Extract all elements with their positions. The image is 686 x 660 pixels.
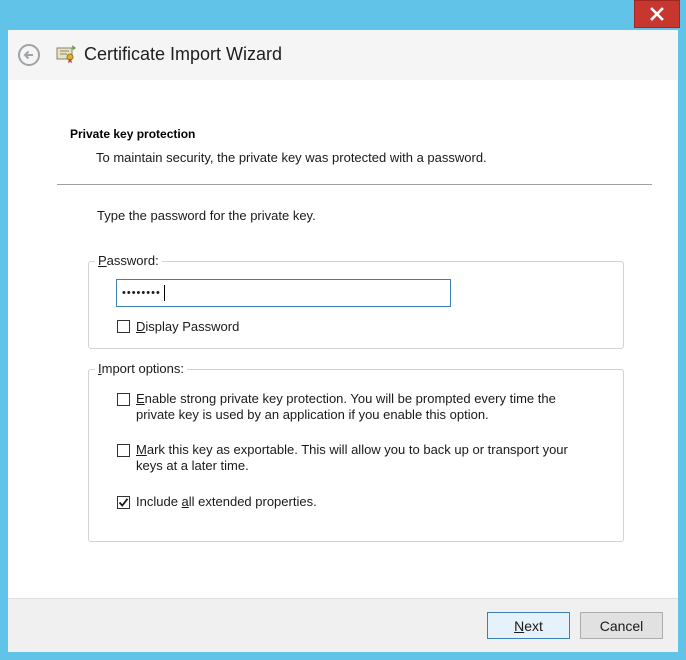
exportable-line1: Mark this key as exportable. This will a… — [136, 442, 616, 458]
extended-properties-rest: ll extended properties. — [188, 494, 317, 509]
exportable-label[interactable]: Mark this key as exportable. This will a… — [136, 442, 616, 474]
wizard-title: Certificate Import Wizard — [84, 44, 283, 64]
strong-protection-line1: Enable strong private key protection. Yo… — [136, 391, 606, 407]
next-rest: ext — [524, 617, 543, 634]
cancel-button[interactable]: Cancel — [580, 612, 663, 639]
exportable-accel: M — [136, 442, 147, 457]
page-subheading: To maintain security, the private key wa… — [96, 150, 487, 165]
back-arrow-icon — [23, 50, 33, 60]
extended-properties-checkbox[interactable] — [117, 496, 130, 509]
display-password-rest: isplay Password — [145, 319, 240, 334]
display-password-accel: D — [136, 319, 146, 334]
text-caret — [163, 285, 165, 301]
strong-protection-rest: nable strong private key protection. You… — [144, 391, 556, 406]
strong-protection-checkbox[interactable] — [117, 393, 130, 406]
page-heading: Private key protection — [70, 127, 196, 141]
header-separator — [57, 184, 652, 185]
wizard-title-bar: Certificate Import Wizard — [8, 30, 678, 80]
close-icon — [650, 7, 664, 21]
strong-protection-accel: E — [136, 391, 145, 406]
next-accel: N — [514, 617, 525, 634]
back-button[interactable] — [18, 44, 40, 66]
display-password-label[interactable]: Display Password — [136, 319, 239, 335]
extended-properties-accel: a — [181, 494, 189, 509]
password-field[interactable]: •••••••• — [116, 279, 451, 307]
extended-properties-label[interactable]: Include all extended properties. — [136, 494, 317, 510]
checkmark-icon — [118, 498, 129, 507]
import-options-label: Import options: — [95, 361, 187, 376]
exportable-rest: ark this key as exportable. This will al… — [146, 442, 568, 457]
extended-properties-prefix: Include — [136, 494, 182, 509]
password-group-label: Password: — [95, 253, 162, 268]
exportable-line2: keys at a later time. — [136, 458, 249, 473]
password-value: •••••••• — [122, 287, 161, 299]
display-password-checkbox[interactable] — [117, 320, 130, 333]
instruction-text: Type the password for the private key. — [97, 208, 316, 223]
certificate-icon — [56, 45, 76, 63]
strong-protection-label[interactable]: Enable strong private key protection. Yo… — [136, 391, 606, 423]
strong-protection-line2: private key is used by an application if… — [136, 407, 489, 422]
wizard-window: Certificate Import Wizard Private key pr… — [0, 0, 686, 660]
close-button[interactable] — [634, 0, 680, 28]
password-label-rest: assword: — [106, 253, 159, 268]
import-options-rest: mport options: — [101, 361, 184, 376]
next-button[interactable]: Next — [487, 612, 570, 639]
exportable-checkbox[interactable] — [117, 444, 130, 457]
wizard-footer: Next Cancel — [8, 598, 678, 652]
password-label-accel: P — [98, 253, 107, 268]
wizard-content: Private key protection To maintain secur… — [8, 80, 678, 598]
